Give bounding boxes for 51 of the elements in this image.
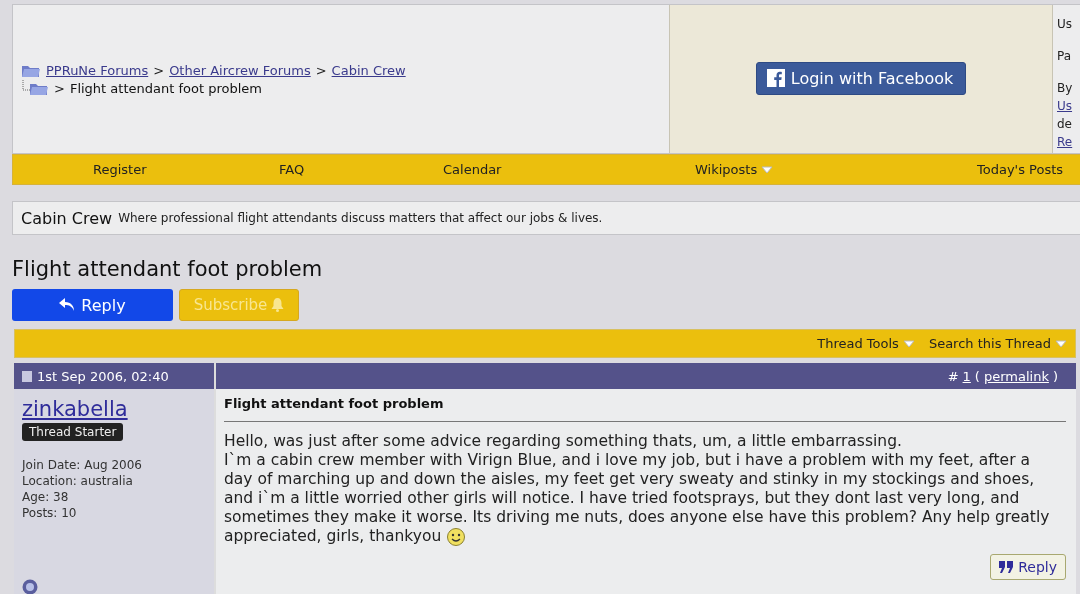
author-link[interactable]: zinkabella <box>22 397 206 421</box>
login-text: By <box>1057 81 1074 95</box>
folder-icon <box>21 80 49 96</box>
dropdown-icon <box>761 165 774 174</box>
nav-link[interactable]: FAQ <box>279 162 305 177</box>
user-info: Join Date: Aug 2006 <box>22 457 143 473</box>
breadcrumb-separator: > <box>54 80 65 96</box>
breadcrumb-link[interactable]: Other Aircrew Forums <box>169 62 311 78</box>
nav-link[interactable]: Register <box>93 162 147 177</box>
breadcrumb-link[interactable]: Cabin Crew <box>331 62 406 78</box>
permalink-link[interactable]: permalink <box>983 368 1049 384</box>
thread-tool-menu[interactable]: Thread Tools <box>817 336 915 351</box>
paren: ) <box>1052 368 1058 384</box>
breadcrumb-separator: > <box>153 62 165 78</box>
login-text: de <box>1057 117 1073 131</box>
forum-description: Where professional flight attendants discuss matters that affect our jobs & lives. <box>118 211 603 225</box>
breadcrumb-link[interactable]: PPRuNe Forums <box>46 62 149 78</box>
user-info: Location: australia <box>22 473 134 489</box>
user-info: Age: 38 <box>22 489 70 505</box>
quote-icon <box>999 561 1014 573</box>
post-title: Flight attendant foot problem <box>224 395 1066 422</box>
nav-link[interactable]: Calendar <box>443 162 502 177</box>
facebook-login-button[interactable]: Login with Facebook <box>755 61 967 95</box>
post-date: 1st Sep 2006, 02:40 <box>37 368 169 384</box>
reply-icon <box>59 298 76 312</box>
user-info: Posts: 10 <box>22 505 78 521</box>
thread-title: Flight attendant foot problem <box>12 257 324 281</box>
thread-tool-menu[interactable]: Search this Thread <box>928 336 1067 351</box>
login-text: Pa <box>1057 49 1073 63</box>
dropdown-icon <box>1055 339 1067 348</box>
nav-link[interactable]: Wikiposts <box>695 162 774 177</box>
forum-name: Cabin Crew <box>21 208 113 228</box>
post-icon <box>22 370 32 382</box>
offline-status-icon <box>22 579 38 594</box>
post-number-prefix: # <box>947 368 959 384</box>
reply-button[interactable]: Reply <box>12 289 173 321</box>
bell-icon <box>271 298 285 312</box>
breadcrumb-current: Flight attendant foot problem <box>69 80 262 96</box>
quote-reply-button[interactable]: Reply <box>990 554 1066 580</box>
login-text: Us <box>1057 17 1074 31</box>
paren: ( <box>974 368 980 384</box>
smiley-icon <box>447 527 466 546</box>
login-link[interactable]: Us <box>1057 99 1080 113</box>
dropdown-icon <box>902 339 915 348</box>
thread-starter-badge: Thread Starter <box>22 423 124 441</box>
login-link[interactable]: Re <box>1057 135 1080 149</box>
breadcrumb-separator: > <box>315 62 327 78</box>
facebook-icon <box>766 69 785 87</box>
nav-link[interactable]: Today's Posts <box>977 162 1064 177</box>
post-text: appreciated, girls, thankyou <box>224 527 442 546</box>
post-number-link[interactable]: 1 <box>962 368 971 384</box>
